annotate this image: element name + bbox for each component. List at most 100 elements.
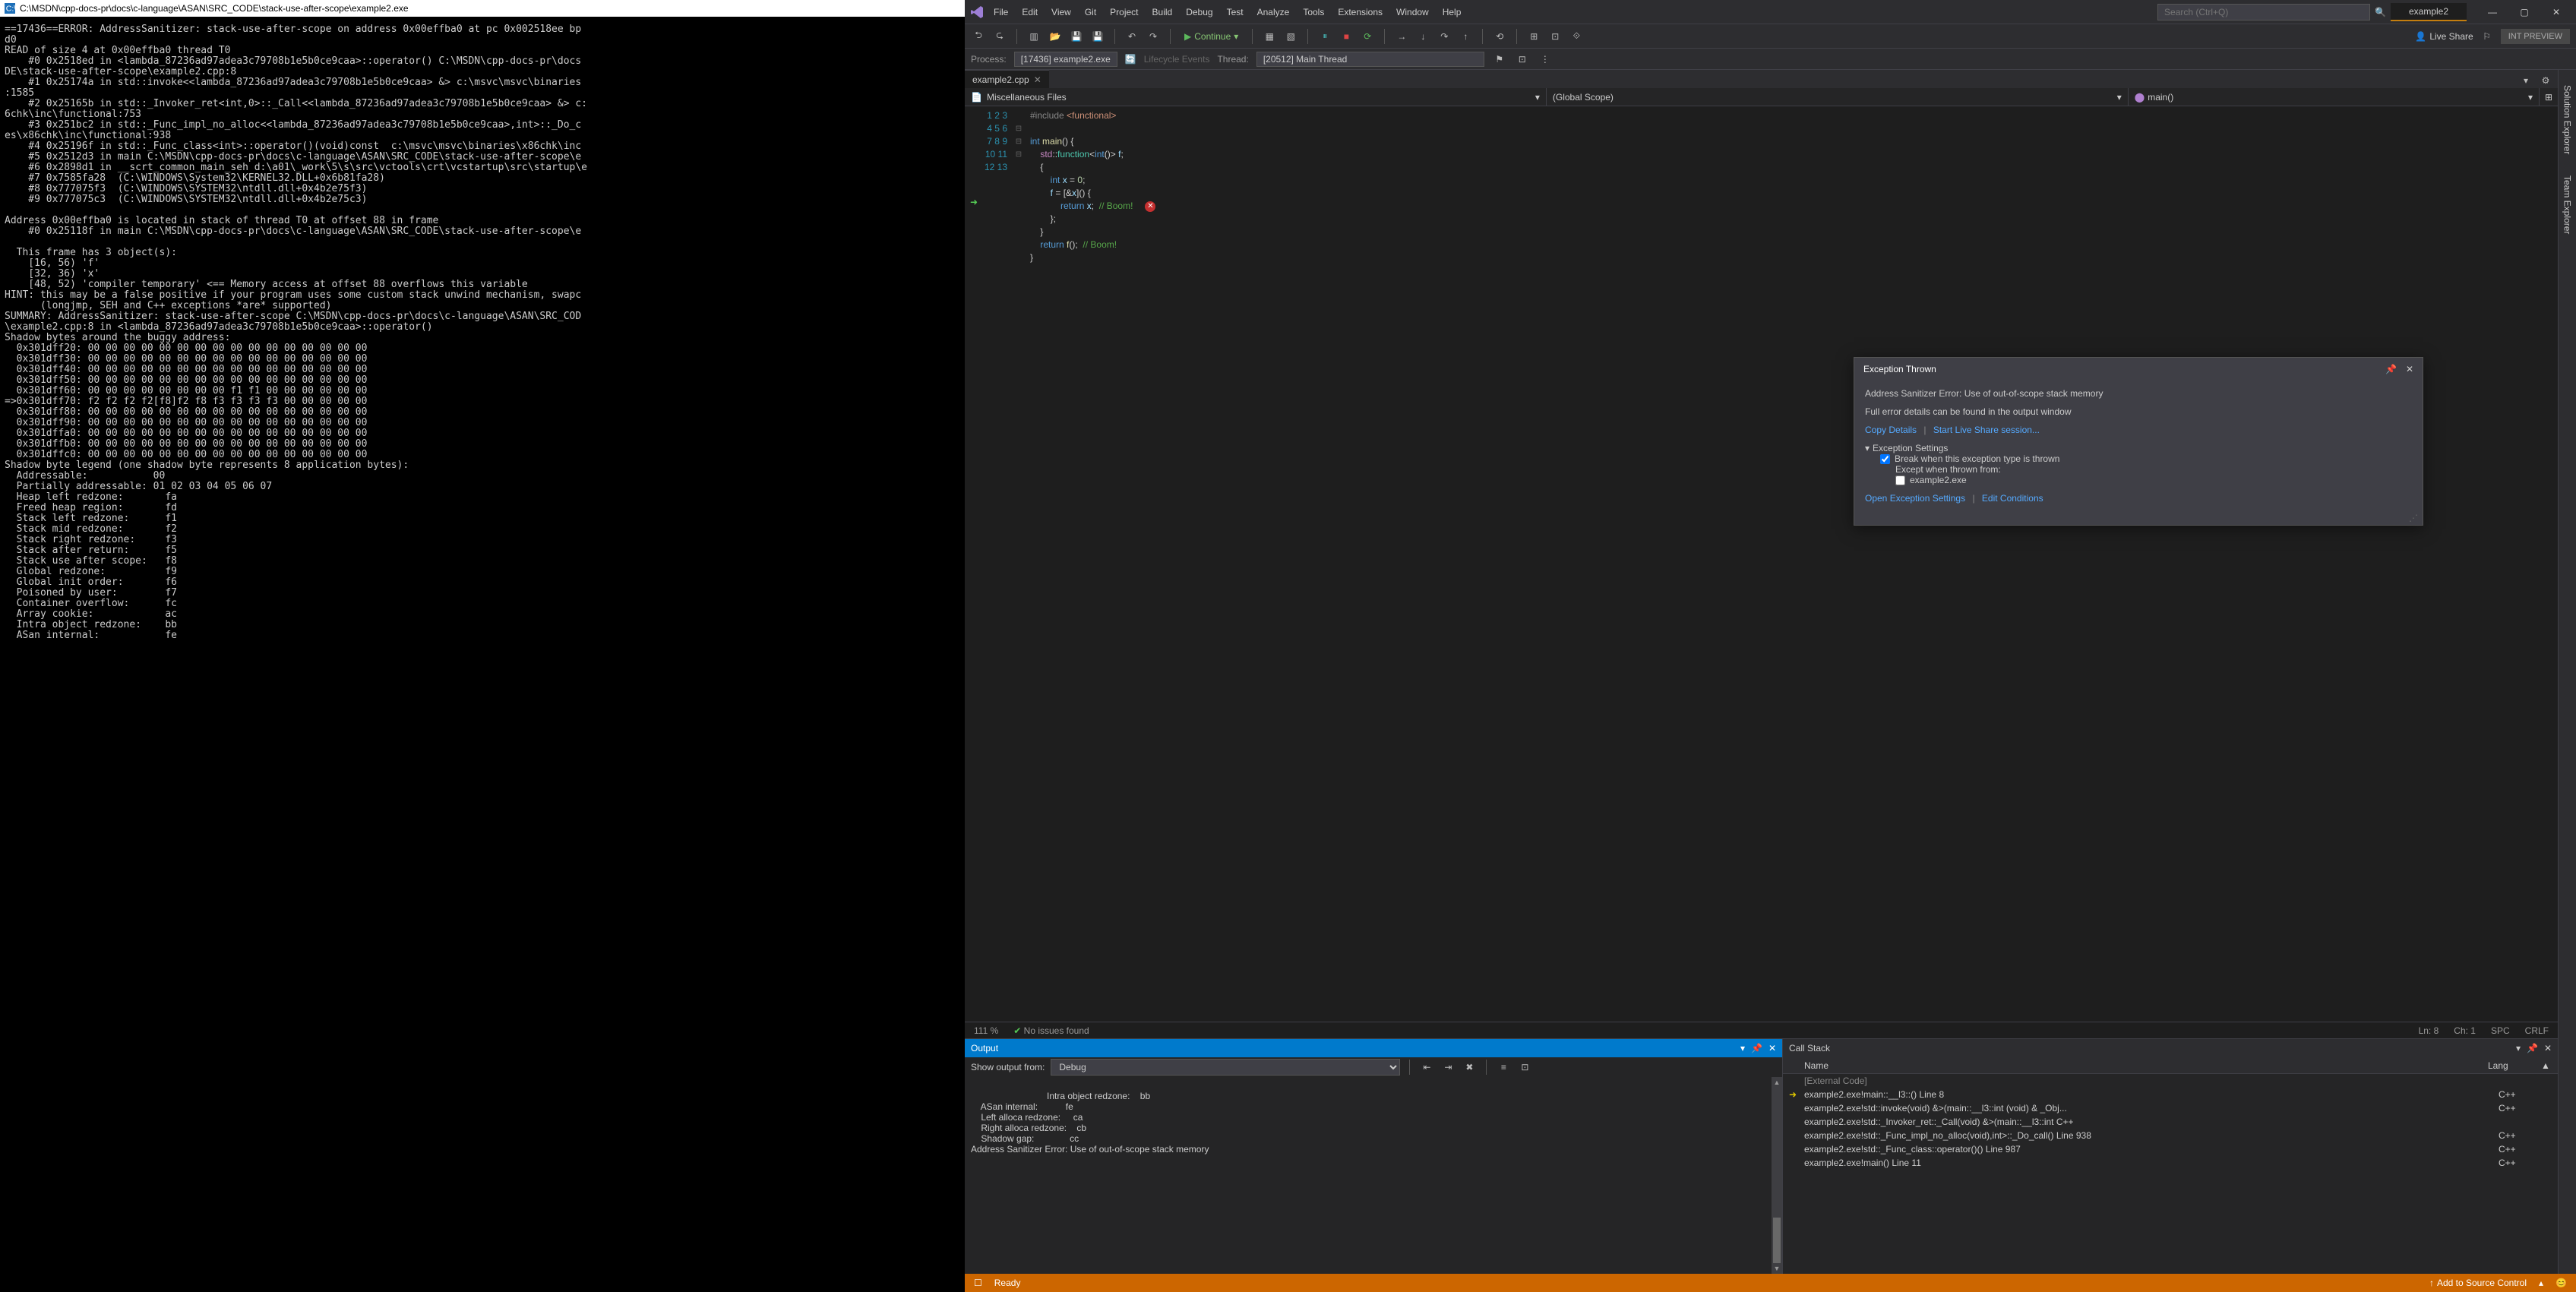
line-indicator[interactable]: Ln: 8 [2419,1025,2439,1036]
console-titlebar[interactable]: C:\ C:\MSDN\cpp-docs-pr\docs\c-language\… [0,0,965,17]
callstack-row[interactable]: example2.exe!std::_Func_impl_no_alloc(vo… [1783,1129,2558,1142]
stack-frame-icon[interactable]: ⊡ [1515,52,1530,67]
output-next-icon[interactable]: ⇥ [1440,1060,1456,1075]
edit-conditions-link[interactable]: Edit Conditions [1982,493,2043,504]
lifecycle-icon[interactable]: 🔄 [1125,54,1136,65]
menu-extensions[interactable]: Extensions [1332,4,1389,21]
callstack-row[interactable]: example2.exe!std::_Invoker_ret::_Call(vo… [1783,1115,2558,1129]
thread-select[interactable]: [20512] Main Thread [1256,52,1484,67]
indent-indicator[interactable]: SPC [2491,1025,2510,1036]
add-source-control[interactable]: Add to Source Control [2429,1278,2527,1288]
menu-help[interactable]: Help [1437,4,1468,21]
callstack-rows[interactable]: [External Code]example2.exe!main::__l3::… [1783,1074,2558,1274]
menu-debug[interactable]: Debug [1180,4,1218,21]
notification-icon[interactable]: ⚐ [2480,29,2495,44]
dbg-extra-1-icon[interactable]: ⊞ [1526,29,1541,44]
cs-scroll-col-icon[interactable]: ▲ [2541,1060,2552,1071]
undo-icon[interactable]: ↶ [1124,29,1139,44]
redo-icon[interactable]: ↷ [1146,29,1161,44]
thread-extra-icon[interactable]: ⋮ [1538,52,1553,67]
menu-file[interactable]: File [988,4,1014,21]
scroll-thumb[interactable] [1773,1218,1781,1263]
menu-view[interactable]: View [1045,4,1077,21]
thread-flag-icon[interactable]: ⚑ [1492,52,1507,67]
open-exception-settings-link[interactable]: Open Exception Settings [1865,493,1965,504]
source-control-caret-icon[interactable]: ▴ [2539,1278,2543,1288]
split-editor-icon[interactable]: ⊞ [2540,88,2558,106]
scroll-down-icon[interactable]: ▼ [1772,1263,1782,1274]
module-checkbox[interactable] [1895,475,1905,485]
zoom-level[interactable]: 111 % [974,1025,998,1036]
save-icon[interactable]: 💾 [1069,29,1084,44]
menu-git[interactable]: Git [1079,4,1102,21]
solution-explorer-tab[interactable]: Solution Explorer [2561,76,2574,163]
active-files-icon[interactable]: ▾ [2518,73,2533,88]
saveall-icon[interactable]: 💾 [1090,29,1105,44]
menu-build[interactable]: Build [1146,4,1179,21]
code-editor[interactable]: ➜ 1 2 3 4 5 6 7 8 9 10 11 12 13 ⊟ ⊟ ⊟ #i… [965,106,2558,1022]
new-icon[interactable]: ▥ [1026,29,1041,44]
nav-back-icon[interactable]: ⮌ [971,29,986,44]
step-out-icon[interactable]: ↑ [1458,29,1473,44]
breakpoint-gutter[interactable]: ➜ [965,106,983,1022]
menu-test[interactable]: Test [1221,4,1250,21]
output-body[interactable]: Intra object redzone: bb ASan internal: … [965,1077,1782,1274]
scope-function[interactable]: ⬤ main() ▾ [2129,88,2540,106]
output-source-select[interactable]: Debug [1051,1059,1400,1076]
console-output[interactable]: ==17436==ERROR: AddressSanitizer: stack-… [0,17,965,1292]
code-content[interactable]: #include <functional> int main() { std::… [1024,106,2558,1022]
callstack-row[interactable]: [External Code] [1783,1074,2558,1088]
resize-grip-icon[interactable]: ⋰ [1854,511,2423,525]
menu-window[interactable]: Window [1390,4,1435,21]
tab-options-icon[interactable]: ⚙ [2538,73,2553,88]
cs-col-lang[interactable]: Lang [2488,1060,2541,1071]
callstack-row[interactable]: example2.exe!std::invoke(void) &>(main::… [1783,1101,2558,1115]
output-scrollbar[interactable]: ▲ ▼ [1772,1077,1782,1274]
menu-edit[interactable]: Edit [1016,4,1044,21]
start-liveshare-link[interactable]: Start Live Share session... [1933,425,2040,435]
output-close-icon[interactable]: ✕ [1768,1043,1776,1054]
output-dropdown-icon[interactable]: ▾ [1740,1043,1745,1054]
editor-tab-example2[interactable]: example2.cpp ✕ [965,70,1049,88]
menu-analyze[interactable]: Analyze [1251,4,1296,21]
col-indicator[interactable]: Ch: 1 [2454,1025,2476,1036]
reattach-icon[interactable]: ⟲ [1492,29,1507,44]
issues-status[interactable]: No issues found [1024,1025,1089,1036]
output-ext-icon[interactable]: ⊡ [1517,1060,1532,1075]
callstack-row[interactable]: example2.exe!main::__l3::() Line 8C++ [1783,1088,2558,1101]
settings-expand-icon[interactable]: ▾ [1865,443,1870,453]
callstack-dropdown-icon[interactable]: ▾ [2516,1043,2521,1054]
callstack-row[interactable]: example2.exe!std::_Func_class::operator(… [1783,1142,2558,1156]
process-select[interactable]: [17436] example2.exe [1014,52,1117,67]
pause-icon[interactable]: ⏸ [1317,29,1332,44]
search-input[interactable] [2157,4,2370,21]
scope-class[interactable]: (Global Scope) ▾ [1547,88,2129,106]
error-marker-icon[interactable]: ✕ [1145,201,1155,212]
scope-project[interactable]: 📄 Miscellaneous Files ▾ [965,88,1547,106]
exception-close-icon[interactable]: ✕ [2406,364,2413,374]
live-share-button[interactable]: 👤 Live Share [2415,31,2473,42]
stop-icon[interactable]: ■ [1339,29,1354,44]
output-pin-icon[interactable]: 📌 [1751,1043,1762,1054]
nav-fwd-icon[interactable]: ⮎ [992,29,1007,44]
maximize-button[interactable]: ▢ [2509,3,2540,21]
close-button[interactable]: ✕ [2541,3,2571,21]
callstack-pin-icon[interactable]: 📌 [2527,1043,2538,1054]
menu-project[interactable]: Project [1104,4,1144,21]
outline-gutter[interactable]: ⊟ ⊟ ⊟ [1013,106,1024,1022]
step-into-icon[interactable]: ↓ [1415,29,1430,44]
break-when-checkbox[interactable] [1880,454,1890,464]
lineending-indicator[interactable]: CRLF [2525,1025,2549,1036]
restart-icon[interactable]: ⟳ [1360,29,1375,44]
show-next-statement-icon[interactable]: → [1394,29,1409,44]
step-over-icon[interactable]: ↷ [1437,29,1452,44]
continue-button[interactable]: Continue ▾ [1180,30,1243,43]
dbg-extra-3-icon[interactable]: ⟐ [1569,29,1584,44]
minimize-button[interactable]: ― [2477,3,2508,21]
callstack-close-icon[interactable]: ✕ [2544,1043,2552,1054]
callstack-row[interactable]: example2.exe!main() Line 11C++ [1783,1156,2558,1170]
output-wrap-icon[interactable]: ≡ [1496,1060,1511,1075]
menu-tools[interactable]: Tools [1297,4,1330,21]
output-clear-icon[interactable]: ✖ [1462,1060,1477,1075]
feedback-icon[interactable]: 😊 [2555,1278,2567,1288]
